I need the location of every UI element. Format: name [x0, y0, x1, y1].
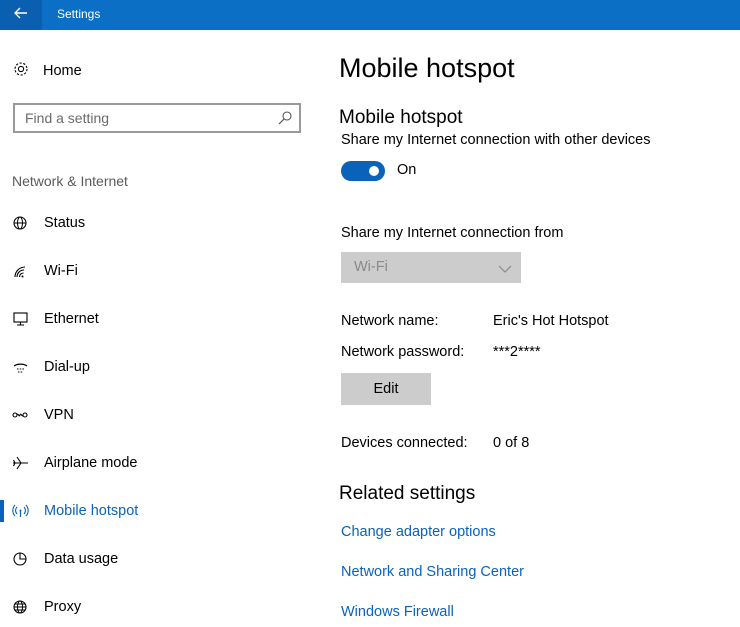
sidebar-item-label: Wi-Fi — [44, 263, 78, 279]
nav-home-label: Home — [43, 63, 82, 79]
network-password-value: ***2**** — [493, 344, 541, 360]
section-heading: Network & Internet — [12, 173, 128, 189]
gear-icon — [12, 60, 30, 83]
nav-home[interactable]: Home — [12, 59, 82, 83]
status-icon — [0, 215, 44, 231]
dialup-icon — [0, 359, 44, 375]
sidebar-item-wifi[interactable]: Wi-Fi — [0, 256, 330, 286]
sidebar-item-proxy[interactable]: Proxy — [0, 592, 330, 622]
hotspot-icon — [0, 503, 44, 519]
data-usage-icon — [0, 551, 44, 567]
network-name-value: Eric's Hot Hotspot — [493, 313, 609, 329]
sidebar-item-label: Proxy — [44, 599, 82, 615]
devices-connected-label: Devices connected: — [341, 435, 468, 451]
network-name-label: Network name: — [341, 313, 439, 329]
airplane-icon — [0, 455, 44, 471]
sidebar-item-label: Status — [44, 215, 86, 231]
back-arrow-icon — [14, 6, 28, 24]
wifi-icon — [0, 263, 44, 279]
window-title: Settings — [57, 7, 101, 21]
title-bar: Settings — [0, 0, 740, 30]
toggle-state-label: On — [397, 162, 417, 178]
search-input[interactable] — [15, 105, 265, 131]
share-from-value: Wi-Fi — [354, 259, 388, 275]
hotspot-toggle[interactable] — [341, 161, 385, 181]
related-settings-title: Related settings — [339, 483, 476, 504]
sidebar-item-label: Ethernet — [44, 311, 99, 327]
search-icon[interactable] — [277, 110, 293, 131]
sidebar-item-data-usage[interactable]: Data usage — [0, 544, 330, 574]
sidebar-item-dialup[interactable]: Dial-up — [0, 352, 330, 382]
sidebar-item-status[interactable]: Status — [0, 208, 330, 238]
edit-button[interactable]: Edit — [341, 373, 431, 405]
chevron-down-icon — [498, 261, 512, 279]
share-description: Share my Internet connection with other … — [341, 132, 651, 148]
search-box[interactable] — [13, 103, 301, 133]
sidebar-item-mobile-hotspot[interactable]: Mobile hotspot — [0, 496, 330, 526]
sidebar-item-airplane-mode[interactable]: Airplane mode — [0, 448, 330, 478]
share-from-label: Share my Internet connection from — [341, 225, 564, 241]
sidebar-item-ethernet[interactable]: Ethernet — [0, 304, 330, 334]
sidebar-item-label: VPN — [44, 407, 74, 423]
back-button[interactable] — [0, 0, 42, 30]
sidebar-item-label: Data usage — [44, 551, 119, 567]
network-sharing-center-link[interactable]: Network and Sharing Center — [341, 564, 524, 580]
page-title: Mobile hotspot — [339, 53, 515, 83]
network-password-label: Network password: — [341, 344, 465, 360]
windows-firewall-link[interactable]: Windows Firewall — [341, 604, 454, 620]
sidebar-item-label: Mobile hotspot — [44, 503, 139, 519]
share-from-dropdown[interactable]: Wi-Fi — [341, 252, 521, 283]
vpn-icon — [0, 407, 44, 423]
globe-icon — [0, 599, 44, 615]
ethernet-icon — [0, 311, 44, 327]
section-title: Mobile hotspot — [339, 107, 463, 128]
sidebar-item-label: Airplane mode — [44, 455, 138, 471]
change-adapter-options-link[interactable]: Change adapter options — [341, 524, 496, 540]
toggle-knob — [369, 166, 379, 176]
sidebar-item-label: Dial-up — [44, 359, 90, 375]
devices-connected-value: 0 of 8 — [493, 435, 530, 451]
sidebar-item-vpn[interactable]: VPN — [0, 400, 330, 430]
